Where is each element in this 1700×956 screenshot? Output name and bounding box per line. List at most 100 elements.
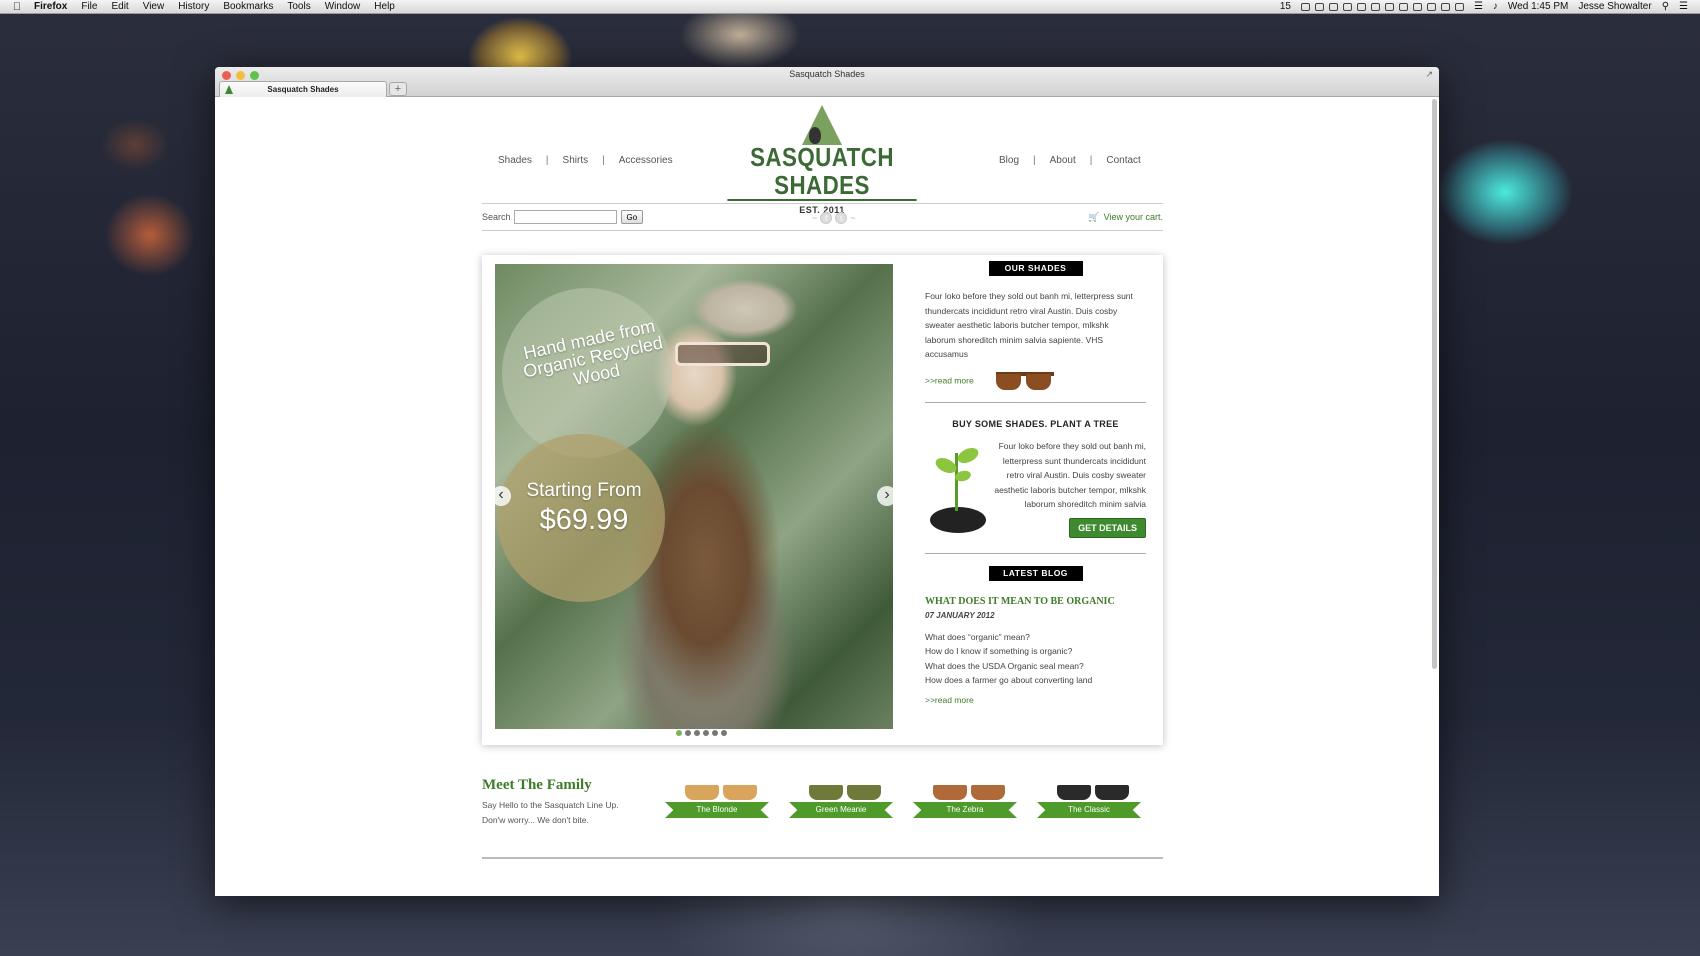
nav-separator: |	[545, 155, 549, 166]
meet-the-family: Meet The Family Say Hello to the Sasquat…	[482, 777, 1163, 847]
nav-separator: |	[602, 155, 605, 166]
nav-contact[interactable]: Contact	[1106, 155, 1140, 166]
menu-bookmarks[interactable]: Bookmarks	[223, 1, 273, 12]
apple-icon[interactable]: 	[0, 1, 34, 13]
browser-tab[interactable]: Sasquatch Shades	[219, 81, 387, 97]
tree-logo-icon	[802, 105, 842, 145]
status-badge[interactable]: 15	[1280, 1, 1291, 12]
status-icon[interactable]	[1314, 2, 1324, 11]
status-icon[interactable]	[1440, 2, 1450, 11]
status-icon[interactable]	[1356, 2, 1366, 11]
sidebar: OUR SHADES Four loko before they sold ou…	[925, 255, 1146, 707]
sunglasses-image	[685, 783, 761, 801]
product-card[interactable]: The Classic	[1037, 783, 1141, 821]
ornament-left-icon: ~	[812, 213, 818, 223]
slider-dot[interactable]	[712, 730, 718, 736]
blog-line: What does “organic” mean?	[925, 631, 1030, 642]
hero-price: $69.99	[539, 504, 629, 536]
slider-dot[interactable]	[676, 730, 682, 736]
nav-blog[interactable]: Blog	[999, 155, 1019, 166]
plant-tree-title: BUY SOME SHADES. PLANT A TREE	[952, 418, 1119, 429]
nav-shirts[interactable]: Shirts	[563, 155, 589, 166]
user-name[interactable]: Jesse Showalter	[1578, 1, 1651, 12]
slider-dot[interactable]	[694, 730, 700, 736]
hero-sunglasses	[675, 342, 770, 366]
menu-tools[interactable]: Tools	[287, 1, 310, 12]
blog-line: How does a farmer go about converting la…	[925, 675, 1093, 685]
search-bar-row: Search Go ~ f t ~ 🛒 View your cart.	[482, 203, 1163, 231]
blog-post-title[interactable]: WHAT DOES IT MEAN TO BE ORGANIC	[925, 595, 1146, 610]
app-menu[interactable]: Firefox	[34, 1, 67, 12]
our-shades-read-more[interactable]: >>read more	[925, 375, 974, 385]
status-icon[interactable]	[1342, 2, 1352, 11]
ornament-right-icon: ~	[850, 213, 856, 223]
slider-dot[interactable]	[721, 730, 727, 736]
blog-read-more[interactable]: >>read more	[925, 695, 974, 705]
facebook-icon[interactable]: f	[820, 212, 833, 224]
status-icon[interactable]	[1300, 2, 1310, 11]
volume-icon[interactable]: ♪	[1493, 1, 1498, 12]
fullscreen-icon[interactable]: ↗	[1425, 69, 1433, 80]
status-icon[interactable]	[1412, 2, 1422, 11]
nav-separator: |	[1033, 155, 1036, 166]
browser-window: Sasquatch Shades ↗ Sasquatch Shades + Sh…	[215, 67, 1439, 896]
search-go-button[interactable]: Go	[620, 210, 644, 224]
divider	[925, 401, 1146, 403]
nav-accessories[interactable]: Accessories	[619, 155, 673, 166]
product-card[interactable]: Green Meanie	[789, 783, 893, 821]
search-input[interactable]	[513, 210, 617, 224]
product-card[interactable]: The Zebra	[913, 783, 1017, 821]
menu-file[interactable]: File	[81, 1, 97, 12]
status-icon[interactable]	[1384, 2, 1394, 11]
spotlight-search-icon[interactable]: ⚲	[1662, 1, 1669, 12]
product-lineup: The Blonde Green Meanie The Zebra The Class…	[665, 783, 1141, 821]
product-card[interactable]: The Blonde	[665, 783, 769, 821]
hero-slider[interactable]: Hand made from Organic Recycled Wood Sta…	[495, 264, 893, 729]
title-bar: Sasquatch Shades ↗ Sasquatch Shades +	[215, 67, 1439, 97]
nav-separator: |	[1089, 155, 1093, 166]
wifi-icon[interactable]: ☰	[1474, 1, 1483, 12]
status-icon[interactable]	[1426, 2, 1436, 11]
plant-tree-text: Four loko before they sold out banh mi, …	[994, 441, 1146, 509]
slider-dot[interactable]	[703, 730, 709, 736]
sunglasses-image	[1057, 783, 1133, 801]
menu-edit[interactable]: Edit	[111, 1, 128, 12]
slider-dots	[676, 730, 727, 736]
status-icon[interactable]	[1398, 2, 1408, 11]
status-icon[interactable]	[1370, 2, 1380, 11]
logo-name: SASQUATCH SHADES	[727, 143, 917, 201]
divider	[925, 553, 1146, 554]
menu-history[interactable]: History	[178, 1, 209, 12]
twitter-icon[interactable]: t	[835, 212, 848, 224]
nav-shades[interactable]: Shades	[498, 155, 532, 166]
menu-window[interactable]: Window	[325, 1, 361, 12]
tab-label: Sasquatch Shades	[267, 85, 339, 94]
blog-post-date: 07 JANUARY 2012	[925, 610, 995, 620]
menu-help[interactable]: Help	[374, 1, 395, 12]
hero-starting-from: Starting From	[526, 480, 642, 501]
menu-extras: 15 ☰ ♪ Wed 1:45 PM Jesse Showalter ⚲ ☰	[1280, 1, 1700, 12]
product-name: Green Meanie	[789, 802, 893, 818]
clock[interactable]: Wed 1:45 PM	[1508, 1, 1568, 12]
get-details-button[interactable]: GET DETAILS	[1069, 517, 1146, 538]
status-icon[interactable]	[1454, 2, 1464, 11]
nav-right: Blog | About | Contact	[999, 155, 1141, 166]
scrollbar[interactable]	[1432, 99, 1437, 669]
plant-tree-section: Four loko before they sold out banh mi, …	[925, 439, 1146, 539]
notification-list-icon[interactable]: ☰	[1679, 1, 1688, 12]
nav-about[interactable]: About	[1050, 155, 1076, 166]
status-icon[interactable]	[1328, 2, 1338, 11]
blog-excerpt: What does “organic” mean? How do I know …	[925, 630, 1146, 688]
slider-next-button[interactable]: ›	[877, 486, 893, 506]
product-name: The Classic	[1037, 802, 1141, 818]
slider-dot[interactable]	[685, 730, 691, 736]
new-tab-button[interactable]: +	[389, 82, 407, 96]
cart-link[interactable]: 🛒 View your cart.	[1088, 212, 1163, 223]
menu-view[interactable]: View	[143, 1, 165, 12]
plant-tree-body: Four loko before they sold out banh mi, …	[989, 439, 1146, 539]
site-logo[interactable]: SASQUATCH SHADES EST. 2011	[712, 105, 932, 215]
search-label: Search	[482, 212, 511, 222]
blog-line: How do I know if something is organic?	[925, 646, 1073, 656]
feature-panel: Hand made from Organic Recycled Wood Sta…	[482, 255, 1163, 745]
sunglasses-image	[933, 783, 1009, 801]
